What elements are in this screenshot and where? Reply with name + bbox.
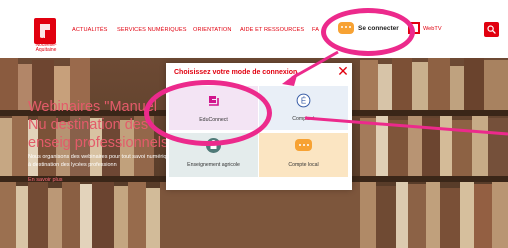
- annotation-arrows: [282, 50, 508, 136]
- arrow-to-educonnect: [291, 50, 339, 80]
- arrow-to-right-edge: [304, 116, 508, 136]
- arrow-head: [282, 72, 298, 86]
